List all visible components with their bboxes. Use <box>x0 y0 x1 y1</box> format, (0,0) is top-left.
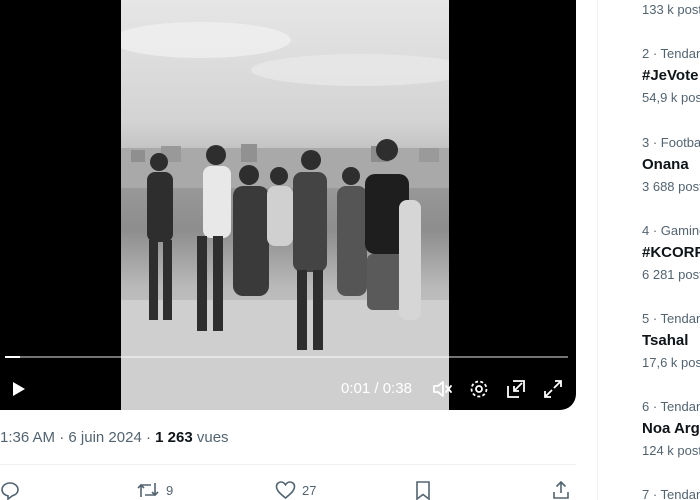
trend-post-count: 133 k posts <box>642 2 700 17</box>
trend-post-count: 3 688 posts <box>642 179 700 194</box>
trends-panel: 133 k posts 2 · Tendances #JeVote 54,9 k… <box>642 0 700 500</box>
trend-item[interactable]: 2 · Tendances #JeVote 54,9 k posts <box>642 46 700 105</box>
trend-name: #KCORP <box>642 244 700 261</box>
time-separator: / <box>370 380 383 397</box>
trend-item[interactable]: 5 · Tendances Tsahal 17,6 k posts <box>642 311 700 370</box>
trend-context: 3 · Football <box>642 135 700 150</box>
tweet-time[interactable]: 1:36 AM <box>0 429 55 446</box>
meta-separator: · <box>141 429 156 446</box>
tweet-meta: 1:36 AM · 6 juin 2024 · 1 263 vues <box>0 429 229 446</box>
views-count: 1 263 <box>155 429 193 446</box>
play-icon <box>13 382 25 396</box>
trend-item[interactable]: 6 · Tendances Noa Argamani 124 k posts <box>642 399 700 458</box>
trend-name: Noa Argamani <box>642 420 700 437</box>
settings-button[interactable] <box>467 377 491 401</box>
trend-post-count: 6 281 posts <box>642 267 700 282</box>
picture-in-picture-icon <box>507 380 525 398</box>
expand-icon <box>544 380 562 398</box>
minimize-player-button[interactable] <box>504 377 528 401</box>
trend-name: #JeVote <box>642 67 699 84</box>
divider <box>0 464 576 465</box>
video-progress-bar[interactable] <box>5 356 568 358</box>
meta-separator: · <box>55 429 69 446</box>
bookmark-icon <box>416 481 430 500</box>
video-progress-fill <box>5 356 20 358</box>
video-frame[interactable] <box>121 0 449 410</box>
views-label: vues <box>192 429 229 446</box>
like-count: 27 <box>302 482 317 498</box>
trend-post-count: 54,9 k posts <box>642 90 700 105</box>
retweet-count: 9 <box>166 482 174 498</box>
trend-name: Onana <box>642 156 689 173</box>
trend-item[interactable]: 3 · Football Onana 3 688 posts <box>642 135 700 194</box>
mute-button[interactable] <box>430 377 454 401</box>
video-time: 0:01 / 0:38 <box>341 380 412 397</box>
trend-post-count: 124 k posts <box>642 443 700 458</box>
trend-context: 6 · Tendances <box>642 399 700 414</box>
reply-button[interactable] <box>0 480 26 500</box>
heart-icon <box>275 481 296 500</box>
trend-context: 2 · Tendances <box>642 46 700 61</box>
share-icon <box>553 480 569 499</box>
fullscreen-button[interactable] <box>541 377 565 401</box>
video-still-image <box>121 22 449 410</box>
bookmark-button[interactable] <box>414 480 432 500</box>
play-button[interactable] <box>6 377 30 401</box>
share-button[interactable] <box>551 480 571 500</box>
video-player[interactable]: 0:01 / 0:38 <box>0 0 576 410</box>
trend-item[interactable]: 7 · Tendances <box>642 487 700 500</box>
trend-context: 7 · Tendances <box>642 487 700 500</box>
trend-context: 5 · Tendances <box>642 311 700 326</box>
gear-icon <box>470 380 488 398</box>
like-button[interactable]: 27 <box>275 480 316 500</box>
trend-post-count: 17,6 k posts <box>642 355 700 370</box>
tweet-date[interactable]: 6 juin 2024 <box>68 429 141 446</box>
trend-item[interactable]: 4 · Gaming #KCORP 6 281 posts <box>642 223 700 282</box>
trend-name: Tsahal <box>642 332 689 349</box>
video-duration: 0:38 <box>382 380 412 397</box>
video-current-time: 0:01 <box>341 380 371 397</box>
column-separator <box>597 0 598 500</box>
trend-item[interactable]: 133 k posts <box>642 2 700 17</box>
retweet-icon <box>137 483 159 497</box>
muted-speaker-icon <box>433 381 452 397</box>
trend-context: 4 · Gaming <box>642 223 700 238</box>
reply-icon <box>1 482 19 500</box>
retweet-button[interactable]: 9 <box>136 480 173 500</box>
